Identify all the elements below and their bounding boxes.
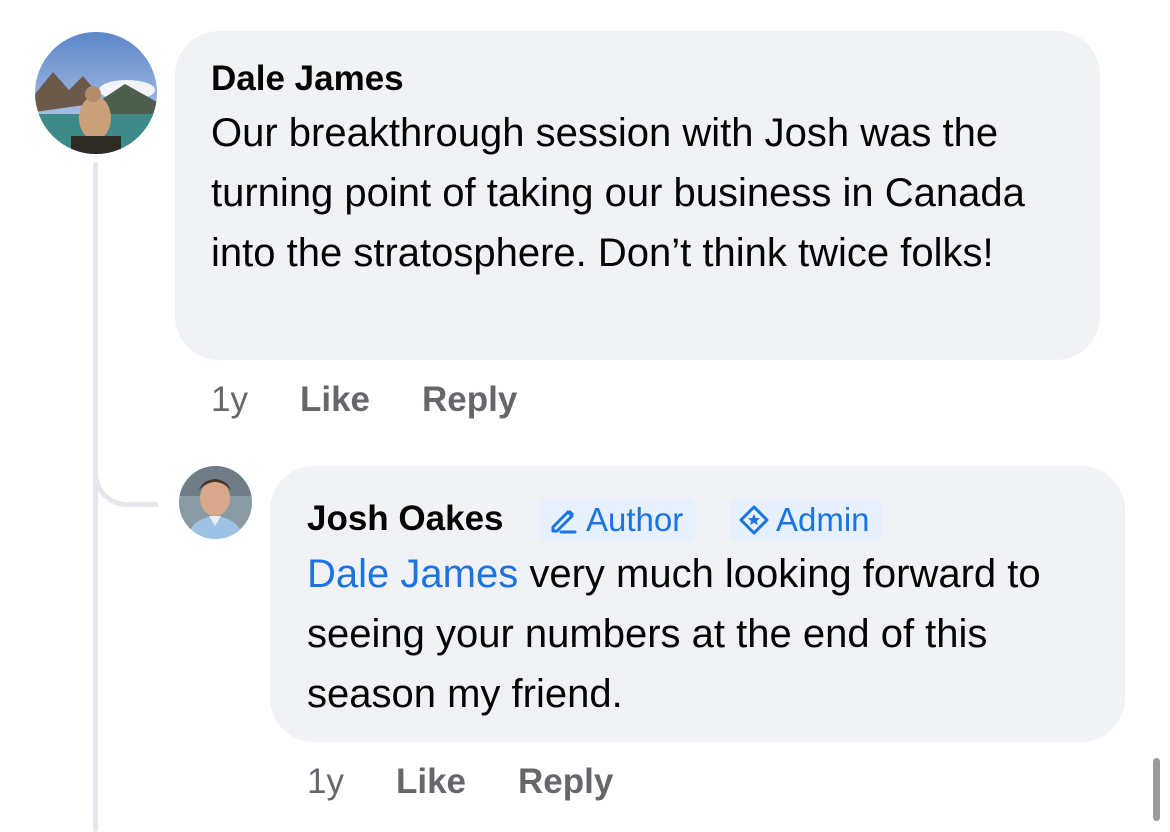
admin-badge: Admin — [730, 498, 882, 542]
admin-badge-label: Admin — [776, 501, 870, 538]
comment-text: Our breakthrough session with Josh was t… — [211, 111, 1025, 275]
thread-connector — [93, 440, 158, 507]
comment-bubble: Dale James Our breakthrough session with… — [175, 31, 1100, 360]
comment-actions: 1y Like Reply — [211, 380, 569, 420]
comment-timestamp[interactable]: 1y — [211, 380, 248, 420]
avatar[interactable] — [179, 466, 252, 539]
reply-timestamp[interactable]: 1y — [307, 762, 344, 802]
landscape-avatar-image — [35, 32, 157, 154]
reply-button[interactable]: Reply — [422, 380, 517, 420]
reply-button[interactable]: Reply — [518, 762, 613, 802]
reply-actions: 1y Like Reply — [307, 762, 665, 802]
author-badge: Author — [540, 498, 696, 542]
reply-author[interactable]: Josh Oakes — [307, 499, 504, 539]
star-badge-icon — [739, 505, 769, 535]
mention-link[interactable]: Dale James — [307, 552, 518, 596]
author-badge-label: Author — [586, 501, 684, 538]
avatar[interactable] — [35, 32, 157, 154]
scrollbar[interactable] — [1153, 758, 1160, 821]
reply-bubble: Josh Oakes Author Admin Dale James very … — [270, 466, 1125, 742]
reply-text: Dale James very much looking forward to … — [307, 544, 1107, 724]
like-button[interactable]: Like — [396, 762, 466, 802]
pencil-icon — [551, 509, 577, 534]
like-button[interactable]: Like — [300, 380, 370, 420]
profile-photo-avatar-image — [179, 466, 252, 539]
thread-line — [93, 162, 98, 832]
comment-author[interactable]: Dale James — [211, 59, 404, 99]
